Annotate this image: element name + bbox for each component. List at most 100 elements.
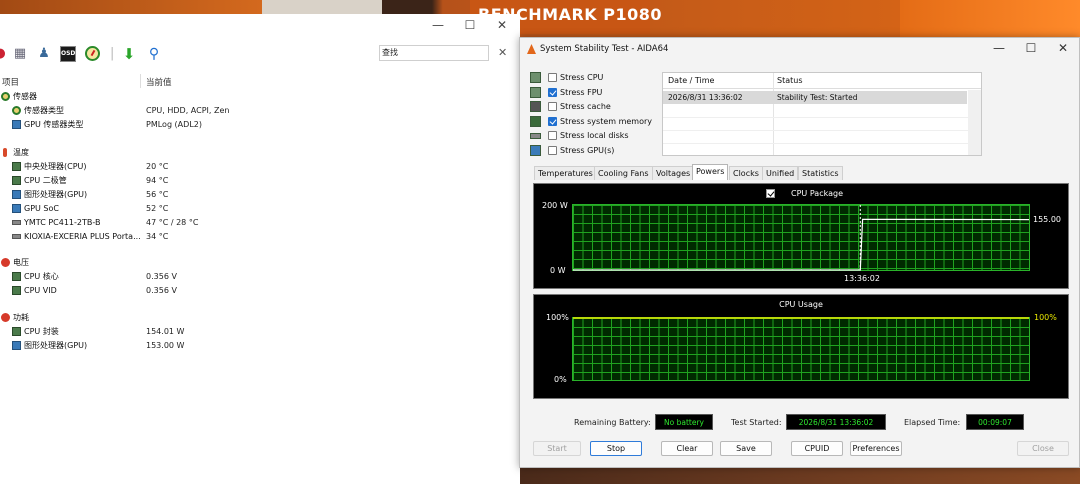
stress-fpu-checkbox[interactable] bbox=[548, 88, 557, 97]
column-header-date-time[interactable]: Date / Time bbox=[668, 73, 714, 89]
stress-memory-checkbox[interactable] bbox=[548, 117, 557, 126]
minimize-icon[interactable]: — bbox=[992, 41, 1006, 55]
save-button[interactable]: Save bbox=[720, 441, 772, 456]
power-graph-plot bbox=[573, 205, 1030, 271]
gpu-icon bbox=[12, 120, 21, 129]
close-icon[interactable]: ✕ bbox=[494, 18, 510, 32]
report-icon[interactable]: ● bbox=[0, 46, 8, 62]
cpu-icon bbox=[12, 176, 21, 185]
tree-row-label: 图形处理器(GPU) bbox=[24, 341, 88, 350]
cpu-package-series bbox=[573, 218, 1030, 271]
tree-row[interactable]: CPU VID 0.356 V bbox=[0, 284, 520, 297]
tree-group-temperature[interactable]: 温度 bbox=[0, 146, 520, 159]
tree-row-label: GPU 传感器类型 bbox=[24, 120, 84, 129]
aida64-logo-icon bbox=[527, 44, 536, 54]
tree-group-label: 功耗 bbox=[13, 313, 29, 322]
clear-button[interactable]: Clear bbox=[661, 441, 713, 456]
maximize-icon[interactable]: ☐ bbox=[1024, 41, 1038, 55]
download-icon[interactable]: ⬇ bbox=[121, 46, 137, 62]
stress-disks-checkbox[interactable] bbox=[548, 131, 557, 140]
tree-row[interactable]: 传感器类型 CPU, HDD, ACPI, Zen bbox=[0, 104, 520, 117]
tree-row[interactable]: CPU 封装 154.01 W bbox=[0, 325, 520, 338]
tree-row[interactable]: GPU 传感器类型 PMLog (ADL2) bbox=[0, 118, 520, 131]
tree-row-value: 153.00 W bbox=[146, 341, 185, 350]
sensor-window: — ☐ ✕ ● ▦ ♟ OSD | ⬇ ⚲ 查找 ✕ 项目 当前值 传感器 传感… bbox=[0, 14, 520, 484]
tab-temperatures[interactable]: Temperatures bbox=[534, 166, 597, 180]
tree-row-value: 52 °C bbox=[146, 204, 169, 213]
sensor-icon bbox=[12, 106, 21, 115]
tab-unified[interactable]: Unified bbox=[762, 166, 799, 180]
clear-search-icon[interactable]: ✕ bbox=[498, 46, 507, 59]
tree-row-label: 传感器类型 bbox=[24, 106, 64, 115]
power-graph-x-label: 13:36:02 bbox=[844, 274, 880, 283]
tree-row-value: 34 °C bbox=[146, 232, 169, 241]
status-log-header: Date / Time Status bbox=[663, 73, 981, 89]
sensor-window-titlebar: — ☐ ✕ bbox=[0, 14, 520, 38]
search-input[interactable]: 查找 bbox=[379, 45, 489, 61]
computer-icon[interactable]: ▦ bbox=[12, 46, 28, 62]
elapsed-time-value: 00:09:07 bbox=[966, 414, 1024, 430]
gpu-icon bbox=[12, 190, 21, 199]
tree-group-power[interactable]: 功耗 bbox=[0, 311, 520, 324]
status-log-table[interactable]: Date / Time Status 2026/8/31 13:36:02 St… bbox=[662, 72, 982, 156]
tree-row-value: 0.356 V bbox=[146, 272, 177, 281]
preferences-button[interactable]: Preferences bbox=[850, 441, 902, 456]
table-row[interactable]: 2026/8/31 13:36:02 Stability Test: Start… bbox=[663, 91, 967, 104]
tree-row-value: 56 °C bbox=[146, 190, 169, 199]
tree-row[interactable]: 图形处理器(GPU) 153.00 W bbox=[0, 339, 520, 352]
tree-group-label: 温度 bbox=[13, 148, 29, 157]
cpuid-button[interactable]: CPUID bbox=[791, 441, 843, 456]
tab-powers[interactable]: Powers bbox=[692, 164, 729, 180]
stress-gpu-checkbox[interactable] bbox=[548, 146, 557, 155]
stress-option-label: Stress local disks bbox=[560, 131, 629, 140]
tree-row-label: CPU VID bbox=[24, 286, 57, 295]
tree-row-label: CPU 封装 bbox=[24, 327, 59, 336]
tree-row-value: CPU, HDD, ACPI, Zen bbox=[146, 106, 230, 115]
tree-row-value: 20 °C bbox=[146, 162, 169, 171]
remaining-battery-value: No battery bbox=[655, 414, 713, 430]
wallpaper-right bbox=[900, 0, 1080, 40]
tree-group-sensors[interactable]: 传感器 bbox=[0, 90, 520, 103]
stop-button[interactable]: Stop bbox=[590, 441, 642, 456]
close-button[interactable]: Close bbox=[1017, 441, 1069, 456]
tree-group-voltage[interactable]: 电压 bbox=[0, 256, 520, 269]
tree-row[interactable]: GPU SoC 52 °C bbox=[0, 202, 520, 215]
stress-cache-checkbox[interactable] bbox=[548, 102, 557, 111]
tree-row[interactable]: KIOXIA-EXCERIA PLUS Porta... 34 °C bbox=[0, 230, 520, 243]
column-header-status[interactable]: Status bbox=[777, 73, 803, 89]
power-icon bbox=[1, 313, 10, 322]
tree-row[interactable]: 图形处理器(GPU) 56 °C bbox=[0, 188, 520, 201]
close-icon[interactable]: ✕ bbox=[1056, 41, 1070, 55]
tab-cooling-fans[interactable]: Cooling Fans bbox=[594, 166, 653, 180]
tree-row[interactable]: 中央处理器(CPU) 20 °C bbox=[0, 160, 520, 173]
tab-statistics[interactable]: Statistics bbox=[798, 166, 843, 180]
maximize-icon[interactable]: ☐ bbox=[462, 18, 478, 32]
column-header-value[interactable]: 当前值 bbox=[146, 76, 172, 88]
cpu-icon bbox=[12, 327, 21, 336]
stress-option-label: Stress GPU(s) bbox=[560, 146, 615, 155]
table-scrollbar[interactable] bbox=[968, 90, 981, 155]
column-header-item[interactable]: 项目 bbox=[2, 76, 19, 88]
tree-row-label: 图形处理器(GPU) bbox=[24, 190, 88, 199]
wallpaper-bottom bbox=[520, 468, 1080, 484]
tree-row-label: YMTC PC411-2TB-B bbox=[24, 218, 101, 227]
fpu-icon bbox=[530, 87, 541, 98]
toolbar-separator: | bbox=[110, 46, 115, 61]
remaining-battery-label: Remaining Battery: bbox=[574, 418, 651, 427]
column-divider[interactable] bbox=[140, 74, 141, 88]
tree-row[interactable]: CPU 核心 0.356 V bbox=[0, 270, 520, 283]
stress-option-label: Stress cache bbox=[560, 102, 611, 111]
start-button[interactable]: Start bbox=[533, 441, 581, 456]
tab-voltages[interactable]: Voltages bbox=[652, 166, 695, 180]
sensor-gauge-icon[interactable] bbox=[85, 46, 100, 61]
tab-clocks[interactable]: Clocks bbox=[729, 166, 763, 180]
tree-row[interactable]: CPU 二极管 94 °C bbox=[0, 174, 520, 187]
search-icon[interactable]: ⚲ bbox=[146, 46, 162, 62]
tree-group-label: 电压 bbox=[13, 258, 29, 267]
user-icon[interactable]: ♟ bbox=[36, 46, 52, 62]
tree-row-value: 154.01 W bbox=[146, 327, 185, 336]
stress-cpu-checkbox[interactable] bbox=[548, 73, 557, 82]
minimize-icon[interactable]: — bbox=[430, 18, 446, 32]
tree-row[interactable]: YMTC PC411-2TB-B 47 °C / 28 °C bbox=[0, 216, 520, 229]
osd-icon[interactable]: OSD bbox=[60, 46, 76, 62]
